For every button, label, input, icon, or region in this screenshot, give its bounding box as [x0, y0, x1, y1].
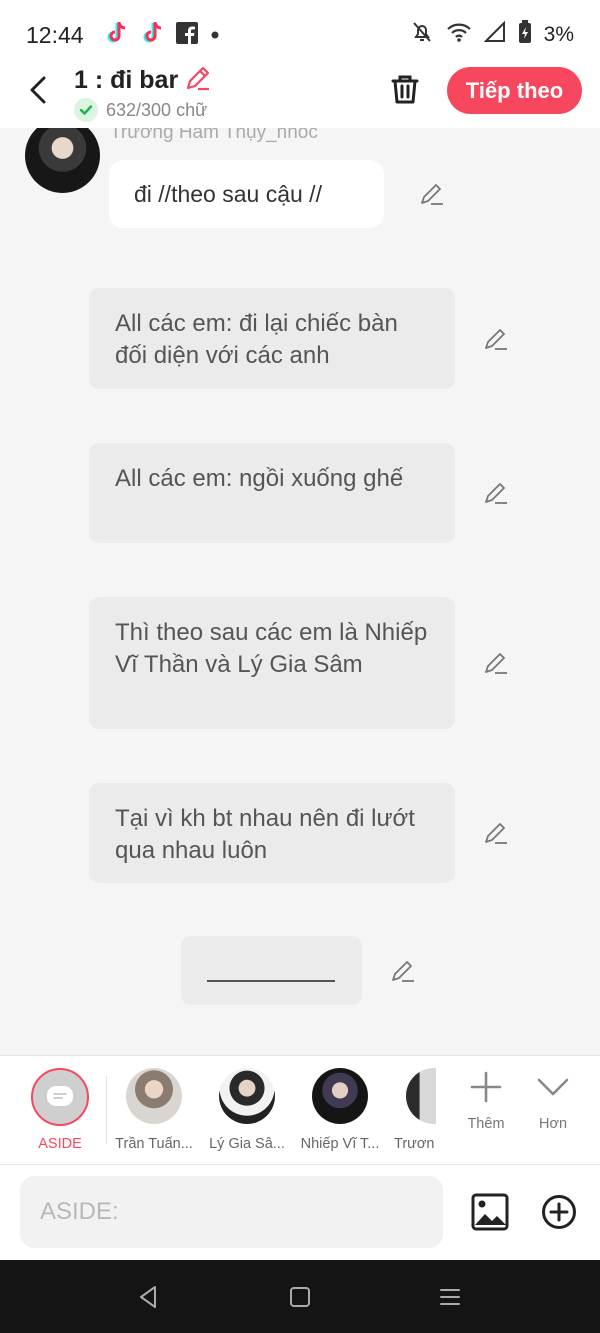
blank-line: [207, 980, 335, 982]
edit-message-button[interactable]: [481, 478, 511, 508]
aside-bubble[interactable]: Thì theo sau các em là Nhiếp Vĩ Thần và …: [89, 597, 455, 729]
plus-icon: [470, 1071, 502, 1103]
chevron-left-icon: [30, 76, 46, 104]
nav-menu-button[interactable]: [435, 1282, 465, 1312]
avatar: [219, 1068, 275, 1124]
divider: [106, 1076, 107, 1144]
blank-aside-bubble[interactable]: [181, 936, 362, 1005]
add-character-button[interactable]: Thêm: [456, 1070, 516, 1132]
plus-circle-icon: [542, 1195, 576, 1229]
menu-icon: [440, 1289, 460, 1305]
status-time: 12:44: [26, 22, 84, 48]
episode-title: 1 : đi bar: [74, 66, 179, 94]
nav-home-button[interactable]: [285, 1282, 315, 1312]
avatar: [406, 1068, 436, 1124]
edit-message-button[interactable]: [417, 179, 447, 209]
bell-off-icon: [410, 20, 434, 49]
chat-area[interactable]: Trương Hàm Thụy_nhóc đi //theo sau cậu /…: [0, 128, 600, 1055]
message-input[interactable]: [20, 1176, 443, 1248]
pencil-icon: [485, 483, 507, 504]
pencil-icon: [485, 653, 507, 674]
word-count: 632/300 chữ: [106, 99, 208, 120]
triangle-back-icon: [140, 1286, 156, 1308]
square-home-icon: [290, 1287, 310, 1307]
edit-title-icon[interactable]: [184, 64, 212, 97]
status-bar: 12:44 3%: [0, 0, 600, 64]
chevron-down-icon: [537, 1078, 569, 1096]
battery-icon: [518, 20, 532, 49]
back-button[interactable]: [20, 72, 56, 108]
more-button[interactable]: Hơn: [523, 1070, 583, 1132]
delete-button[interactable]: [386, 70, 424, 108]
aside-bubble[interactable]: All các em: đi lại chiếc bàn đối diện vớ…: [89, 288, 455, 389]
check-icon: [74, 98, 98, 122]
dialogue-bubble[interactable]: đi //theo sau cậu //: [109, 160, 384, 228]
edit-message-button[interactable]: [481, 648, 511, 678]
character-truong[interactable]: Trươn: [388, 1068, 436, 1152]
aside-bubble[interactable]: All các em: ngồi xuống ghế: [89, 443, 455, 543]
pencil-icon: [421, 184, 443, 205]
avatar: [126, 1068, 182, 1124]
speaker-name: Trương Hàm Thụy_nhóc: [110, 128, 318, 143]
tiktok-icon: [104, 20, 128, 51]
character-label: Nhiếp Vĩ T...: [300, 1136, 380, 1152]
trash-icon: [391, 75, 419, 104]
signal-icon: [483, 20, 506, 48]
battery-percent: 3%: [543, 22, 574, 46]
character-nhiep-vi-than[interactable]: Nhiếp Vĩ T...: [295, 1068, 385, 1152]
aside-avatar: [31, 1068, 89, 1126]
add-label: Thêm: [467, 1116, 505, 1132]
header: 1 : đi bar 632/300 chữ Tiếp theo: [0, 64, 600, 128]
character-bar: ASIDE Trần Tuấn... Lý Gia Sâ... Nhiếp Vĩ…: [0, 1055, 600, 1165]
nav-back-button[interactable]: [133, 1282, 163, 1312]
facebook-icon: [176, 22, 198, 49]
pencil-icon: [485, 823, 507, 844]
insert-image-button[interactable]: [470, 1192, 510, 1232]
pencil-icon: [392, 961, 414, 982]
aside-bubble[interactable]: Tại vì kh bt nhau nên đi lướt qua nhau l…: [89, 783, 455, 883]
more-label: Hơn: [538, 1116, 568, 1132]
system-nav-bar: [0, 1260, 600, 1333]
character-ly-gia-sam[interactable]: Lý Gia Sâ...: [202, 1068, 292, 1152]
character-label: Trần Tuấn...: [115, 1136, 193, 1152]
character-tran-tuan[interactable]: Trần Tuấn...: [109, 1068, 199, 1152]
edit-message-button[interactable]: [481, 324, 511, 354]
avatar: [25, 128, 100, 193]
chat-bubble-icon: [47, 1086, 73, 1106]
edit-message-button[interactable]: [388, 956, 418, 986]
tiktok-icon: [140, 20, 164, 51]
character-label: ASIDE: [38, 1136, 82, 1152]
character-label: Lý Gia Sâ...: [209, 1136, 285, 1152]
character-aside[interactable]: ASIDE: [15, 1068, 105, 1152]
pencil-icon: [485, 329, 507, 350]
add-button[interactable]: [540, 1193, 578, 1231]
wifi-icon: [446, 21, 472, 48]
avatar: [312, 1068, 368, 1124]
edit-message-button[interactable]: [481, 818, 511, 848]
character-label: Trươn: [394, 1136, 435, 1152]
input-bar: [0, 1165, 600, 1260]
dot-icon: [210, 27, 220, 45]
next-button[interactable]: Tiếp theo: [447, 67, 582, 114]
image-icon: [471, 1193, 509, 1231]
